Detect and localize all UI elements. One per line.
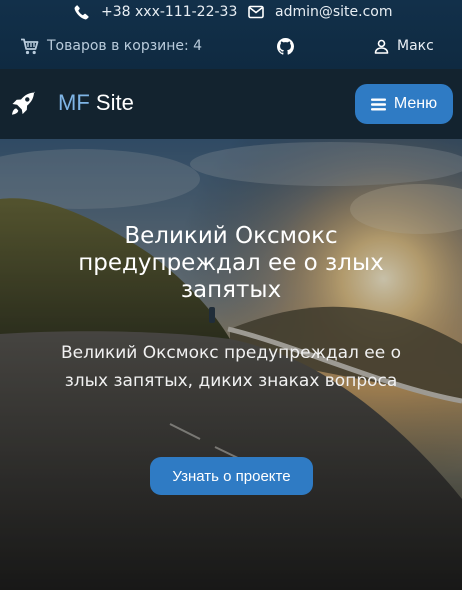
github-link[interactable] (277, 37, 294, 55)
phone-number: +38 xxx-111-22-33 (101, 4, 238, 20)
email-contact[interactable]: admin@site.com (248, 3, 393, 21)
cart-count: Товаров в корзине: 4 (47, 38, 203, 54)
learn-more-button[interactable]: Узнать о проекте (150, 457, 313, 495)
mail-icon (248, 5, 264, 19)
brand-prefix: MF (58, 90, 90, 115)
github-icon (277, 37, 294, 55)
phone-icon (74, 5, 89, 20)
hero-title: Великий Оксмокс предупреждал ее о злых з… (78, 223, 384, 303)
hamburger-icon (370, 98, 386, 110)
cart-link[interactable]: Товаров в корзине: 4 (20, 37, 202, 55)
hero-section: Великий Оксмокс предупреждал ее о злых з… (0, 139, 462, 590)
hero-description: Великий Оксмокс предупреждал ее о злых з… (60, 343, 402, 391)
main-navbar: MF Site Меню (0, 69, 462, 139)
email-address: admin@site.com (275, 4, 393, 20)
brand-name: Site (95, 90, 134, 115)
brand-logo[interactable]: MF Site (58, 90, 134, 116)
top-contact-bar: +38 xxx-111-22-33 admin@site.com Товаров… (0, 0, 462, 69)
menu-label: Меню (393, 95, 438, 112)
user-account-link[interactable]: Макс (374, 37, 434, 55)
menu-button[interactable]: Меню (355, 84, 453, 124)
rocket-icon[interactable] (9, 91, 37, 117)
cart-icon (21, 38, 39, 54)
phone-contact[interactable]: +38 xxx-111-22-33 (74, 3, 237, 21)
user-icon (374, 39, 389, 54)
user-name: Макс (397, 38, 434, 54)
